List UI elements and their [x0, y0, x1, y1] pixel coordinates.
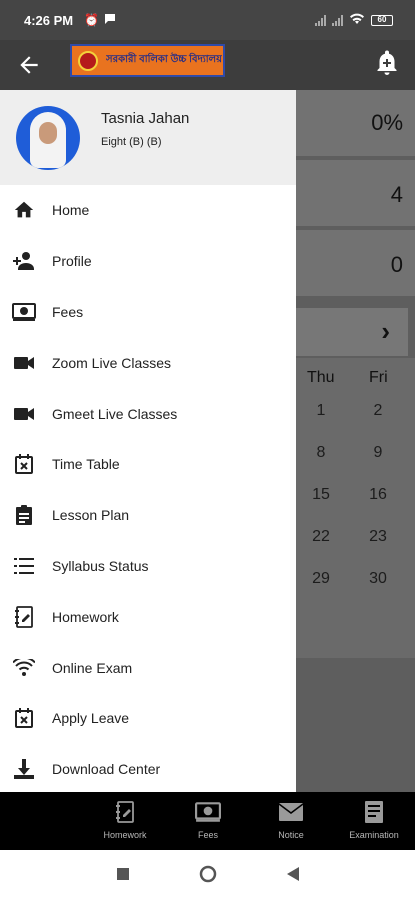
calendar-day: 16	[369, 486, 387, 503]
tab-homework[interactable]: Homework	[90, 798, 160, 840]
stat-value: 4	[390, 182, 403, 207]
tab-examination[interactable]: Examination	[339, 798, 409, 840]
menu-item-syllabus-status[interactable]: Syllabus Status	[0, 541, 296, 592]
menu-item-homework[interactable]: Homework	[0, 591, 296, 642]
download-icon	[12, 757, 36, 781]
menu-item-label: Apply Leave	[52, 710, 130, 727]
battery-icon: 60	[371, 14, 393, 26]
menu-item-label: Time Table	[52, 456, 120, 473]
menu-item-label: Zoom Live Classes	[52, 354, 172, 371]
menu-item-time-table[interactable]: Time Table	[0, 439, 296, 490]
menu-item-zoom-live-classes[interactable]: Zoom Live Classes	[0, 337, 296, 388]
menu-item-label: Home	[52, 202, 90, 219]
clipboard-icon	[12, 503, 36, 527]
tab-label: Homework	[103, 830, 147, 840]
app-bar: সরকারী বালিকা উচ্চ বিদ্যালয়	[0, 40, 415, 90]
menu-item-label: Online Exam	[52, 659, 133, 676]
menu-item-apply-leave[interactable]: Apply Leave	[0, 693, 296, 744]
home-icon	[12, 198, 36, 222]
message-icon	[104, 13, 116, 27]
school-logo: সরকারী বালিকা উচ্চ বিদ্যালয়	[70, 44, 225, 77]
back-nav-icon[interactable]	[286, 866, 300, 887]
tab-label: Examination	[349, 830, 399, 840]
money-icon	[173, 798, 243, 826]
notification-add-icon[interactable]	[375, 50, 399, 76]
menu-item-online-exam[interactable]: Online Exam	[0, 642, 296, 693]
alarm-icon: ⏰	[84, 13, 100, 27]
menu-item-gmeet-live-classes[interactable]: Gmeet Live Classes	[0, 388, 296, 439]
menu-item-label: Profile	[52, 253, 92, 270]
drawer-profile-header[interactable]: Tasnia Jahan Eight (B) (B)	[0, 90, 296, 185]
tab-notice[interactable]: Notice	[256, 798, 326, 840]
video-camera-icon	[12, 351, 36, 375]
home-button-icon[interactable]	[199, 865, 217, 888]
menu-item-label: Syllabus Status	[52, 557, 149, 574]
calendar-header: Fri	[369, 369, 388, 386]
menu-item-lesson-plan[interactable]: Lesson Plan	[0, 490, 296, 541]
menu-item-label: Lesson Plan	[52, 507, 130, 524]
menu-item-download-center[interactable]: Download Center	[0, 744, 296, 795]
tab-label: Fees	[197, 830, 218, 840]
calendar-day: 29	[312, 570, 330, 587]
stat-card: 0	[296, 230, 415, 296]
student-class: Eight (B) (B)	[101, 136, 162, 148]
bottom-tab-bar: Homework Fees Notice Examination	[0, 792, 415, 850]
menu-item-label: Download Center	[52, 761, 161, 778]
status-bar: 4:26 PM ⏰ 60	[0, 0, 415, 40]
calendar-day: 22	[312, 528, 330, 545]
calendar-day: 30	[369, 570, 387, 587]
list-icon	[12, 554, 36, 578]
homework-icon	[12, 605, 36, 629]
student-name: Tasnia Jahan	[101, 110, 190, 127]
status-time: 4:26 PM	[24, 12, 74, 28]
exam-icon	[339, 798, 409, 826]
menu-item-label: Homework	[52, 608, 119, 625]
calendar-day: 2	[373, 402, 383, 419]
signal-1-icon	[315, 14, 326, 26]
logo-text: সরকারী বালিকা উচ্চ বিদ্যালয়	[106, 54, 223, 65]
menu-item-profile[interactable]: Profile	[0, 236, 296, 287]
wifi-status-icon	[349, 13, 365, 28]
chevron-right-icon[interactable]: ›	[381, 316, 390, 347]
stat-card: 0%	[296, 90, 415, 156]
calendar-x-icon	[12, 452, 36, 476]
calendar-day: 15	[312, 486, 330, 503]
stat-value: 0	[390, 252, 403, 277]
wifi-icon	[12, 656, 36, 680]
system-nav-bar	[0, 850, 415, 900]
avatar	[16, 106, 80, 170]
menu-item-label: Fees	[52, 303, 84, 320]
tab-fees[interactable]: Fees	[173, 798, 243, 840]
tab-label: Notice	[278, 830, 304, 840]
money-icon	[12, 300, 36, 324]
menu-item-fees[interactable]: Fees	[0, 287, 296, 338]
envelope-icon	[256, 798, 326, 826]
calendar-day: 23	[369, 528, 387, 545]
navigation-drawer: Tasnia Jahan Eight (B) (B) Home Profile …	[0, 90, 296, 792]
recents-icon[interactable]	[116, 867, 130, 886]
calendar-day: 8	[316, 444, 326, 461]
stat-card: 4	[296, 160, 415, 226]
signal-2-icon	[332, 14, 343, 26]
seal-icon	[78, 50, 98, 71]
menu-item-label: Gmeet Live Classes	[52, 405, 178, 422]
person-add-icon	[12, 249, 36, 273]
back-arrow-icon[interactable]	[16, 52, 42, 78]
calendar-day: 1	[316, 402, 326, 419]
calendar-nav: ›	[296, 308, 408, 356]
homework-icon	[90, 798, 160, 826]
stat-value: 0%	[371, 110, 403, 135]
menu-item-home[interactable]: Home	[0, 185, 296, 236]
calendar-header: Thu	[307, 369, 335, 386]
drawer-menu: Home Profile Fees Zoom Live Classes Gmee…	[0, 185, 296, 795]
calendar-x-icon	[12, 706, 36, 730]
video-camera-icon	[12, 402, 36, 426]
calendar-day: 9	[373, 444, 383, 461]
calendar: Thu Fri 1 2 8 9 15 16 22 23 29 30	[296, 358, 415, 658]
